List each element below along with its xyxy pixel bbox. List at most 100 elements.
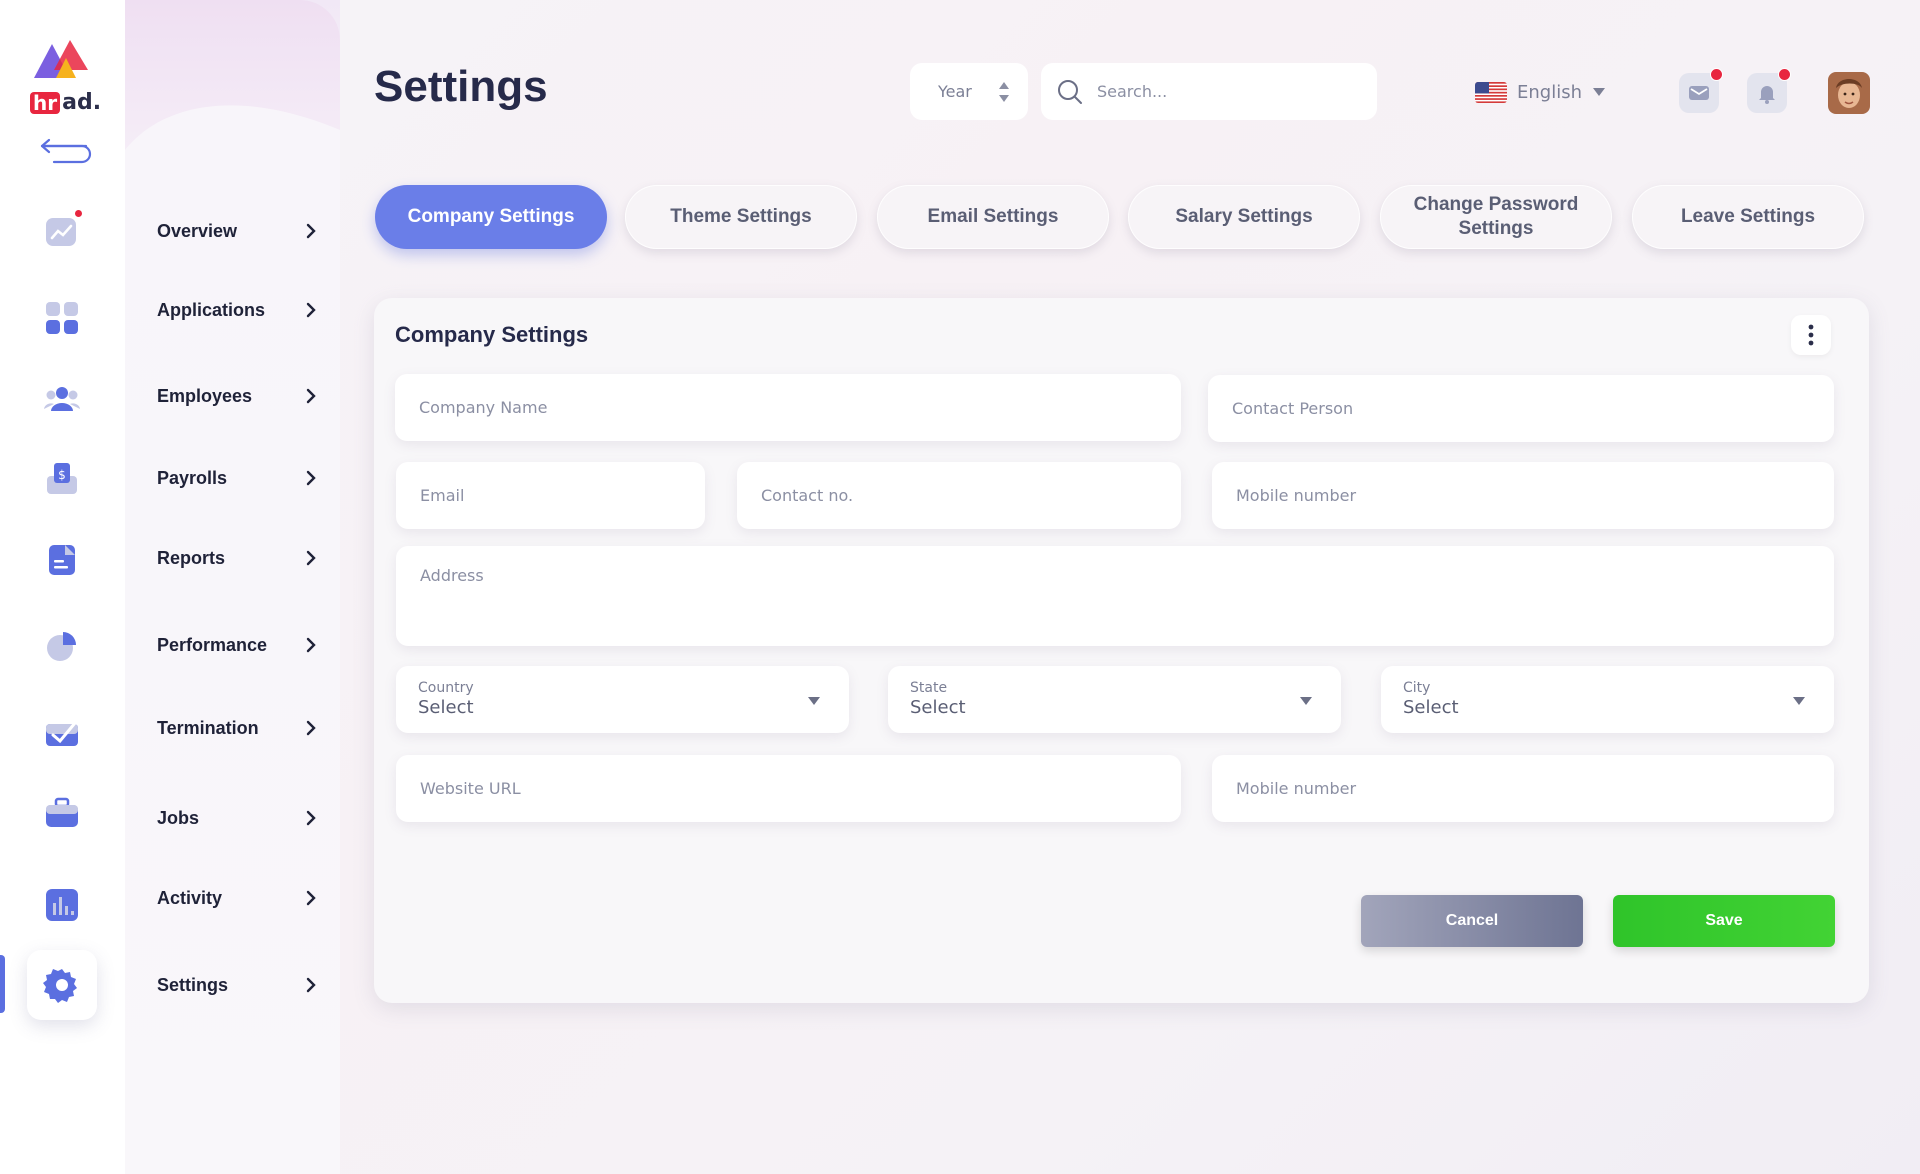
chevron-right-icon: [306, 810, 316, 826]
mail-icon: [1689, 86, 1709, 100]
tab-salary-settings[interactable]: Salary Settings: [1128, 185, 1360, 249]
state-select-label: State: [910, 680, 948, 696]
state-select[interactable]: State Select: [888, 666, 1341, 733]
kebab-menu-icon: [1808, 324, 1814, 346]
chevron-right-icon: [306, 550, 316, 566]
user-avatar-icon: [1828, 72, 1870, 114]
state-select-value: Select: [910, 697, 966, 718]
svg-text:$: $: [58, 468, 66, 482]
country-select[interactable]: Country Select: [396, 666, 849, 733]
rail-settings-icon[interactable]: [27, 950, 97, 1020]
brand-ad: ad.: [62, 90, 102, 115]
us-flag-icon: [1475, 81, 1507, 103]
app-root: hr ad. $ Overview Applications Employees…: [0, 0, 1920, 1174]
tab-email-settings[interactable]: Email Settings: [877, 185, 1109, 249]
cancel-button[interactable]: Cancel: [1361, 895, 1583, 947]
notifications-button[interactable]: [1747, 68, 1791, 113]
chevron-right-icon: [306, 302, 316, 318]
brand-hr: hr: [30, 91, 61, 114]
year-selector[interactable]: Year: [910, 63, 1028, 120]
menu-panel: Overview Applications Employees Payrolls…: [125, 0, 340, 1174]
sort-arrows-icon: [999, 81, 1009, 102]
messages-button[interactable]: [1679, 68, 1723, 113]
sidebar-item-settings[interactable]: Settings: [157, 970, 317, 1000]
chevron-right-icon: [306, 720, 316, 736]
sidebar-item-payrolls[interactable]: Payrolls: [157, 463, 317, 493]
overview-notification-dot: [74, 209, 83, 218]
sidebar-item-label: Termination: [157, 717, 259, 738]
sidebar-item-label: Reports: [157, 547, 226, 568]
caret-down-icon: [1793, 697, 1805, 705]
chevron-right-icon: [306, 977, 316, 993]
avatar[interactable]: [1828, 72, 1870, 114]
rail-employees-icon[interactable]: [27, 363, 97, 433]
city-select[interactable]: City Select: [1381, 666, 1834, 733]
tab-theme-settings[interactable]: Theme Settings: [625, 185, 857, 249]
country-select-label: Country: [418, 680, 474, 696]
language-selector[interactable]: English: [1475, 78, 1606, 106]
address-field[interactable]: [396, 546, 1834, 646]
rail-payrolls-icon[interactable]: $: [27, 444, 97, 514]
mobile-number-field[interactable]: [1212, 462, 1834, 529]
sidebar-item-label: Payrolls: [157, 467, 228, 488]
rail-applications-icon[interactable]: [27, 283, 97, 353]
chevron-right-icon: [306, 637, 316, 653]
rail-reports-icon[interactable]: [27, 525, 97, 595]
sidebar-item-label: Performance: [157, 634, 268, 655]
search-icon: [1058, 79, 1082, 104]
country-select-value: Select: [418, 697, 474, 718]
tab-change-password-settings[interactable]: Change Password Settings: [1380, 185, 1612, 249]
search-input[interactable]: [1097, 82, 1357, 101]
email-field[interactable]: [396, 462, 705, 529]
save-button[interactable]: Save: [1613, 895, 1835, 947]
sidebar-item-jobs[interactable]: Jobs: [157, 803, 317, 833]
caret-down-icon: [1593, 88, 1605, 96]
rail-termination-icon[interactable]: [27, 697, 97, 767]
chevron-right-icon: [306, 890, 316, 906]
sidebar-item-overview[interactable]: Overview: [157, 216, 317, 246]
card-title: Company Settings: [395, 322, 589, 347]
rail-performance-icon[interactable]: [27, 611, 97, 681]
sidebar-item-label: Overview: [157, 220, 238, 241]
sidebar-item-termination[interactable]: Termination: [157, 713, 317, 743]
messages-notification-dot: [1710, 68, 1723, 81]
website-url-field[interactable]: [396, 755, 1181, 822]
city-select-label: City: [1403, 680, 1431, 696]
page-title: Settings: [374, 62, 548, 111]
menu-wave-decoration: [125, 105, 340, 170]
notifications-notification-dot: [1778, 68, 1791, 81]
company-name-field[interactable]: [395, 374, 1181, 441]
chevron-right-icon: [306, 470, 316, 486]
contact-person-field[interactable]: [1208, 375, 1834, 442]
sidebar-item-label: Settings: [157, 974, 229, 995]
collapse-arrow-icon[interactable]: [34, 138, 94, 164]
rail-activity-icon[interactable]: [27, 870, 97, 940]
sidebar-item-activity[interactable]: Activity: [157, 883, 317, 913]
sidebar-item-performance[interactable]: Performance: [157, 630, 317, 660]
tab-leave-settings[interactable]: Leave Settings: [1632, 185, 1864, 249]
sidebar-item-label: Employees: [157, 385, 253, 406]
chevron-right-icon: [306, 223, 316, 239]
rail-active-indicator: [0, 955, 5, 1013]
year-selector-label: Year: [938, 82, 972, 101]
language-label: English: [1517, 81, 1582, 103]
sidebar-item-reports[interactable]: Reports: [157, 543, 317, 573]
tab-company-settings[interactable]: Company Settings: [375, 185, 607, 249]
caret-down-icon: [808, 697, 820, 705]
sidebar-item-label: Activity: [157, 887, 223, 908]
search-box[interactable]: [1041, 63, 1377, 120]
city-select-value: Select: [1403, 697, 1459, 718]
mobile-number-field-2[interactable]: [1212, 755, 1834, 822]
icon-rail: hr ad. $: [0, 0, 125, 1174]
caret-down-icon: [1300, 697, 1312, 705]
more-options-button[interactable]: [1791, 315, 1831, 355]
brand-wordmark: hr ad.: [30, 90, 101, 115]
sidebar-item-label: Jobs: [157, 807, 200, 828]
bell-icon: [1759, 86, 1775, 104]
sidebar-item-applications[interactable]: Applications: [157, 295, 317, 325]
rail-overview-icon[interactable]: [27, 197, 97, 267]
contact-no-field[interactable]: [737, 462, 1181, 529]
sidebar-item-employees[interactable]: Employees: [157, 381, 317, 411]
rail-jobs-icon[interactable]: [27, 778, 97, 848]
sidebar-item-label: Applications: [157, 299, 266, 320]
